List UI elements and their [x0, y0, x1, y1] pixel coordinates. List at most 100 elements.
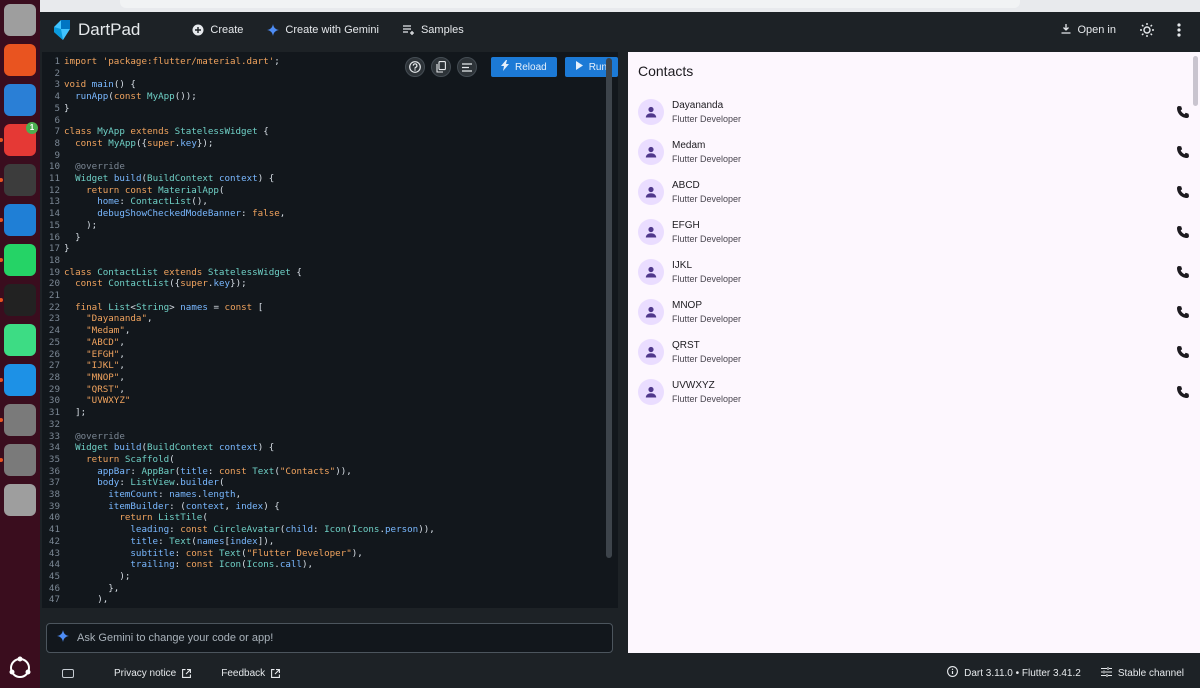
privacy-notice-link[interactable]: Privacy notice: [114, 668, 192, 679]
create-button[interactable]: Create: [192, 24, 243, 36]
copy-button[interactable]: [431, 57, 451, 77]
code-line[interactable]: 27 "IJKL",: [42, 360, 435, 372]
version-info[interactable]: Dart 3.11.0 • Flutter 3.41.2: [947, 666, 1081, 680]
feedback-link[interactable]: Feedback: [221, 668, 281, 679]
open-in-button[interactable]: Open in: [1061, 23, 1116, 37]
call-icon[interactable]: [1176, 225, 1190, 239]
trash-icon[interactable]: [4, 484, 36, 516]
code-line[interactable]: 37 body: ListView.builder(: [42, 477, 435, 489]
code-line[interactable]: 29 "QRST",: [42, 384, 435, 396]
keyboard-shortcuts-icon[interactable]: [62, 668, 74, 678]
code-line[interactable]: 2: [42, 68, 435, 80]
android-studio-icon[interactable]: [4, 324, 36, 356]
reload-button[interactable]: Reload: [491, 57, 557, 77]
code-line[interactable]: 44 trailing: const Icon(Icons.call),: [42, 559, 435, 571]
code-line[interactable]: 26 "EFGH",: [42, 349, 435, 361]
code-line[interactable]: 9: [42, 150, 435, 162]
code-line[interactable]: 30 "UVWXYZ": [42, 395, 435, 407]
contact-list-tile[interactable]: ABCD Flutter Developer: [628, 172, 1200, 212]
code-line[interactable]: 39 itemBuilder: (context, index) {: [42, 501, 435, 513]
code-line[interactable]: 31 ];: [42, 407, 435, 419]
code-line[interactable]: 16 }: [42, 232, 435, 244]
preview-scrollbar[interactable]: [1193, 56, 1198, 106]
code-line[interactable]: 5}: [42, 103, 435, 115]
contact-list-tile[interactable]: IJKL Flutter Developer: [628, 252, 1200, 292]
gemini-prompt-field[interactable]: Ask Gemini to change your code or app!: [46, 623, 613, 653]
editor-scrollbar[interactable]: [606, 58, 612, 558]
vscode-icon[interactable]: [0, 204, 36, 236]
create-with-gemini-button[interactable]: Create with Gemini: [267, 24, 379, 36]
code-line[interactable]: 36 appBar: AppBar(title: const Text("Con…: [42, 466, 435, 478]
code-line[interactable]: 46 },: [42, 583, 435, 595]
samples-button[interactable]: Samples: [402, 24, 464, 36]
contact-list-tile[interactable]: Dayananda Flutter Developer: [628, 92, 1200, 132]
code-line[interactable]: 18: [42, 255, 435, 267]
help-button[interactable]: [405, 57, 425, 77]
code-line[interactable]: 15 );: [42, 220, 435, 232]
show-apps-icon[interactable]: [8, 656, 32, 680]
code-line[interactable]: 7 class MyApp extends StatelessWidget {: [42, 126, 435, 138]
files-icon[interactable]: [4, 4, 36, 36]
code-line[interactable]: 22 final List<String> names = const [: [42, 302, 435, 314]
code-line[interactable]: 6: [42, 115, 435, 127]
format-button[interactable]: [457, 57, 477, 77]
code-line[interactable]: 43 subtitle: const Text("Flutter Develop…: [42, 548, 435, 560]
code-line[interactable]: 32: [42, 419, 435, 431]
code-line[interactable]: 8 const MyApp({super.key});: [42, 138, 435, 150]
docker-icon[interactable]: [0, 364, 36, 396]
contact-list-tile[interactable]: UVWXYZ Flutter Developer: [628, 372, 1200, 412]
code-line[interactable]: 42 title: Text(names[index]),: [42, 536, 435, 548]
code-line[interactable]: 35 return Scaffold(: [42, 454, 435, 466]
code-line[interactable]: 19 class ContactList extends StatelessWid…: [42, 267, 435, 279]
code-line[interactable]: 28 "MNOP",: [42, 372, 435, 384]
contact-list-tile[interactable]: QRST Flutter Developer: [628, 332, 1200, 372]
code-line[interactable]: 4 runApp(const MyApp());: [42, 91, 435, 103]
code-line[interactable]: 24 "Medam",: [42, 325, 435, 337]
code-line[interactable]: 11 Widget build(BuildContext context) {: [42, 173, 435, 185]
code-line[interactable]: 12 return const MaterialApp(: [42, 185, 435, 197]
code-line[interactable]: 34 Widget build(BuildContext context) {: [42, 442, 435, 454]
code-line[interactable]: 38 itemCount: names.length,: [42, 489, 435, 501]
dartpad-logo[interactable]: DartPad: [52, 19, 140, 41]
code-line[interactable]: 40 return ListTile(: [42, 512, 435, 524]
code-line[interactable]: 13 home: ContactList(),: [42, 196, 435, 208]
call-icon[interactable]: [1176, 105, 1190, 119]
code-line[interactable]: 33 @override: [42, 431, 435, 443]
call-icon[interactable]: [1176, 265, 1190, 279]
app-center-icon[interactable]: [4, 44, 36, 76]
call-icon[interactable]: [1176, 305, 1190, 319]
settings-icon[interactable]: [0, 404, 36, 436]
contact-list-tile[interactable]: EFGH Flutter Developer: [628, 212, 1200, 252]
code-line[interactable]: 3 void main() {: [42, 79, 435, 91]
app-preview[interactable]: Contacts Dayananda Flutter Developer Medam…: [628, 52, 1200, 653]
code-editor[interactable]: 1 import 'package:flutter/material.dart';…: [42, 52, 618, 608]
more-menu-button[interactable]: [1168, 19, 1190, 41]
code-line[interactable]: 14 debugShowCheckedModeBanner: false,: [42, 208, 435, 220]
call-icon[interactable]: [1176, 345, 1190, 359]
chrome-icon[interactable]: 1: [0, 122, 38, 156]
code-line[interactable]: 20 const ContactList({super.key});: [42, 278, 435, 290]
code-line[interactable]: 47 ),: [42, 594, 435, 606]
whatsapp-icon[interactable]: [0, 244, 36, 276]
code-content[interactable]: 1 import 'package:flutter/material.dart';…: [42, 56, 435, 606]
call-icon[interactable]: [1176, 145, 1190, 159]
code-line[interactable]: 25 "ABCD",: [42, 337, 435, 349]
code-line[interactable]: 45 );: [42, 571, 435, 583]
terminal-icon[interactable]: [0, 164, 36, 196]
code-line[interactable]: 21: [42, 290, 435, 302]
code-line[interactable]: 10 @override: [42, 161, 435, 173]
help-icon[interactable]: [4, 84, 36, 116]
call-icon[interactable]: [1176, 185, 1190, 199]
intellij-icon[interactable]: [0, 284, 36, 316]
code-line[interactable]: 41 leading: const CircleAvatar(child: Ic…: [42, 524, 435, 536]
contact-list-tile[interactable]: MNOP Flutter Developer: [628, 292, 1200, 332]
code-line[interactable]: 17}: [42, 243, 435, 255]
contact-list-tile[interactable]: Medam Flutter Developer: [628, 132, 1200, 172]
call-icon[interactable]: [1176, 385, 1190, 399]
channel-selector[interactable]: Stable channel: [1100, 666, 1184, 680]
code-line[interactable]: 1 import 'package:flutter/material.dart';: [42, 56, 435, 68]
theme-toggle-button[interactable]: [1136, 19, 1158, 41]
settings-2-icon[interactable]: [0, 444, 36, 476]
address-bar[interactable]: [120, 0, 1020, 8]
code-line[interactable]: 23 "Dayananda",: [42, 313, 435, 325]
